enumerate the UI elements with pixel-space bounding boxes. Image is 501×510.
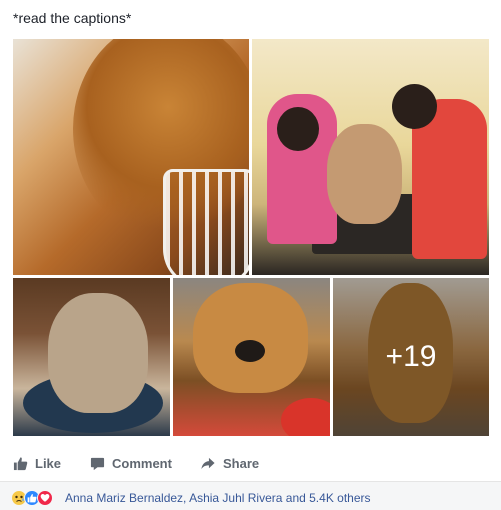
dog-on-table-shape [327,124,402,224]
post-action-bar: Like Comment Share [13,449,489,477]
photo-4[interactable] [173,278,330,436]
comment-button[interactable]: Comment [90,456,172,471]
comment-bubble-icon [90,457,105,470]
love-reaction-icon[interactable] [37,490,53,506]
like-button[interactable]: Like [13,456,61,471]
red-bowl-shape [281,398,330,436]
person-right-head [392,84,437,129]
like-label: Like [35,455,62,471]
reactions-summary-bar[interactable]: Anna Mariz Bernaldez, Ashia Juhl Rivera … [0,482,501,510]
more-photos-count: +19 [385,340,437,373]
photo-3[interactable] [13,278,170,436]
photo-1[interactable] [13,39,249,275]
share-button[interactable]: Share [200,456,259,471]
more-photos-overlay[interactable]: +19 [333,278,489,436]
photo-5-more[interactable]: +19 [333,278,489,436]
share-label: Share [223,455,260,471]
photo-2[interactable] [252,39,489,275]
comment-label: Comment [112,455,172,471]
reaction-icons-group[interactable] [11,490,63,506]
post-caption: *read the captions* [13,10,132,26]
muzzle-basket-shape [163,169,249,275]
person-left-head [277,107,319,151]
thumbs-up-icon [13,456,28,470]
share-arrow-icon [201,457,215,469]
dog-nose-shape [235,340,265,362]
dog-in-basin-shape [48,293,148,413]
dog-closeup-shape [193,283,308,393]
reactions-summary-text[interactable]: Anna Mariz Bernaldez, Ashia Juhl Rivera … [65,491,371,505]
